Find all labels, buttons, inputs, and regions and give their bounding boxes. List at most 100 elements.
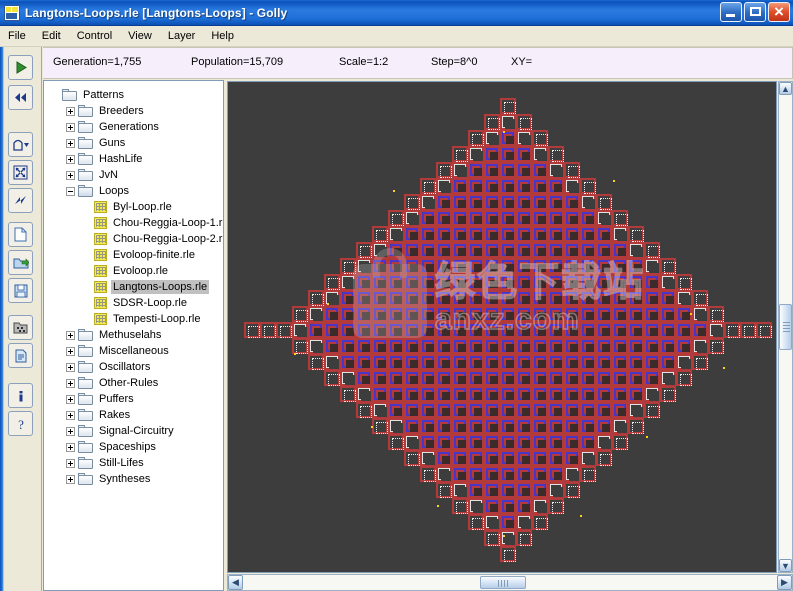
- tree-item[interactable]: Loops: [44, 183, 223, 199]
- tree-item[interactable]: Tempesti-Loop.rle: [44, 311, 223, 327]
- loop-cell: [548, 210, 564, 226]
- menu-item-view[interactable]: View: [120, 28, 160, 44]
- scroll-right-button[interactable]: ▶: [777, 575, 792, 590]
- tree-item[interactable]: Other-Rules: [44, 375, 223, 391]
- tree-item[interactable]: Evoloop.rle: [44, 263, 223, 279]
- tree-item[interactable]: Signal-Circuitry: [44, 423, 223, 439]
- expand-toggle-icon[interactable]: [66, 106, 75, 116]
- expand-toggle-icon[interactable]: [66, 154, 75, 164]
- tree-item[interactable]: SDSR-Loop.rle: [44, 295, 223, 311]
- question-help-icon: ?: [14, 417, 28, 431]
- tree-item[interactable]: Rakes: [44, 407, 223, 423]
- expand-toggle-icon[interactable]: [66, 346, 75, 356]
- menu-item-file[interactable]: File: [0, 28, 34, 44]
- tree-item[interactable]: Puffers: [44, 391, 223, 407]
- tree-item[interactable]: Breeders: [44, 103, 223, 119]
- tree-item[interactable]: Guns: [44, 135, 223, 151]
- tree-item[interactable]: Spaceships: [44, 439, 223, 455]
- loop-cell: [532, 322, 548, 338]
- scale-button[interactable]: [8, 188, 33, 213]
- expand-toggle-icon[interactable]: [66, 362, 75, 372]
- loop-cell: [580, 434, 596, 450]
- loop-cell: [516, 450, 532, 466]
- info-button[interactable]: [8, 383, 33, 408]
- expand-toggle-icon[interactable]: [66, 138, 75, 148]
- tree-item[interactable]: HashLife: [44, 151, 223, 167]
- close-button[interactable]: [768, 1, 790, 23]
- expand-toggle-icon[interactable]: [66, 330, 75, 340]
- expand-toggle-icon[interactable]: [66, 170, 75, 180]
- tree-item[interactable]: Still-Lifes: [44, 455, 223, 471]
- loop-cell: [404, 290, 420, 306]
- tree-item[interactable]: Methuselahs: [44, 327, 223, 343]
- expand-toggle-icon[interactable]: [66, 378, 75, 388]
- patterns-tree-panel[interactable]: Patterns Breeders Generations Guns HashLife J…: [43, 80, 224, 591]
- loop-cell: [708, 338, 724, 354]
- loop-cell: [484, 418, 500, 434]
- scroll-up-button[interactable]: ▲: [779, 82, 792, 95]
- expand-toggle-icon[interactable]: [66, 122, 75, 132]
- show-patterns-button[interactable]: [8, 315, 33, 340]
- expand-toggle-icon[interactable]: [66, 426, 75, 436]
- show-scripts-button[interactable]: [8, 343, 33, 368]
- rle-file-icon: [94, 233, 107, 245]
- loop-cell: [308, 322, 324, 338]
- tree-item[interactable]: Generations: [44, 119, 223, 135]
- tree-item[interactable]: Langtons-Loops.rle: [44, 279, 223, 295]
- maximize-button[interactable]: [744, 2, 766, 22]
- expand-toggle-icon[interactable]: [66, 394, 75, 404]
- loop-cell: [580, 178, 596, 194]
- horizontal-scroll-thumb[interactable]: [480, 576, 526, 589]
- minimize-button[interactable]: [720, 2, 742, 22]
- play-button[interactable]: [8, 55, 33, 80]
- vertical-scrollbar[interactable]: ▲ ▼: [778, 81, 793, 573]
- loop-cell: [468, 178, 484, 194]
- collapse-toggle-icon[interactable]: [66, 186, 75, 196]
- loop-cell: [404, 386, 420, 402]
- menu-item-control[interactable]: Control: [69, 28, 120, 44]
- tree-item[interactable]: Chou-Reggia-Loop-2.rle: [44, 231, 223, 247]
- scroll-down-button[interactable]: ▼: [779, 559, 792, 572]
- tree-item[interactable]: Syntheses: [44, 471, 223, 487]
- horizontal-scrollbar[interactable]: ◀ ▶: [227, 574, 793, 591]
- loop-cell: [420, 386, 436, 402]
- pattern-canvas[interactable]: 绿色下载站 anxz.com: [227, 81, 777, 573]
- tree-item[interactable]: Oscillators: [44, 359, 223, 375]
- vertical-scroll-thumb[interactable]: [779, 304, 792, 350]
- loop-cell: [516, 322, 532, 338]
- menu-item-edit[interactable]: Edit: [34, 28, 69, 44]
- menu-item-help[interactable]: Help: [203, 28, 242, 44]
- loop-cell: [388, 290, 404, 306]
- tree-item[interactable]: Chou-Reggia-Loop-1.rle: [44, 215, 223, 231]
- tree-root-patterns[interactable]: Patterns: [44, 87, 223, 103]
- loop-cell: [452, 370, 468, 386]
- loop-cell: [436, 178, 452, 194]
- expand-toggle-icon[interactable]: [66, 474, 75, 484]
- new-pattern-button[interactable]: [8, 222, 33, 247]
- expand-toggle-icon[interactable]: [66, 442, 75, 452]
- tree-item[interactable]: JvN: [44, 167, 223, 183]
- save-pattern-button[interactable]: [8, 278, 33, 303]
- loop-cell: [708, 322, 724, 338]
- expand-toggle-icon[interactable]: [66, 458, 75, 468]
- hash-button[interactable]: [8, 132, 33, 157]
- left-toolbar: ?: [0, 47, 42, 591]
- signal-spark: [723, 367, 725, 370]
- tree-item[interactable]: Evoloop-finite.rle: [44, 247, 223, 263]
- menu-item-layer[interactable]: Layer: [160, 28, 204, 44]
- loop-cell: [676, 354, 692, 370]
- reset-button[interactable]: [8, 85, 33, 110]
- tree-item[interactable]: Miscellaneous: [44, 343, 223, 359]
- expand-toggle-icon[interactable]: [66, 410, 75, 420]
- scroll-left-button[interactable]: ◀: [228, 575, 243, 590]
- tree-item[interactable]: Byl-Loop.rle: [44, 199, 223, 215]
- fit-button[interactable]: [8, 160, 33, 185]
- loop-cell: [436, 418, 452, 434]
- loop-cell: [580, 466, 596, 482]
- loop-cell: [548, 274, 564, 290]
- help-button[interactable]: ?: [8, 411, 33, 436]
- open-pattern-button[interactable]: [8, 250, 33, 275]
- loop-cell: [532, 386, 548, 402]
- loop-cell: [324, 274, 340, 290]
- loop-cell: [308, 338, 324, 354]
